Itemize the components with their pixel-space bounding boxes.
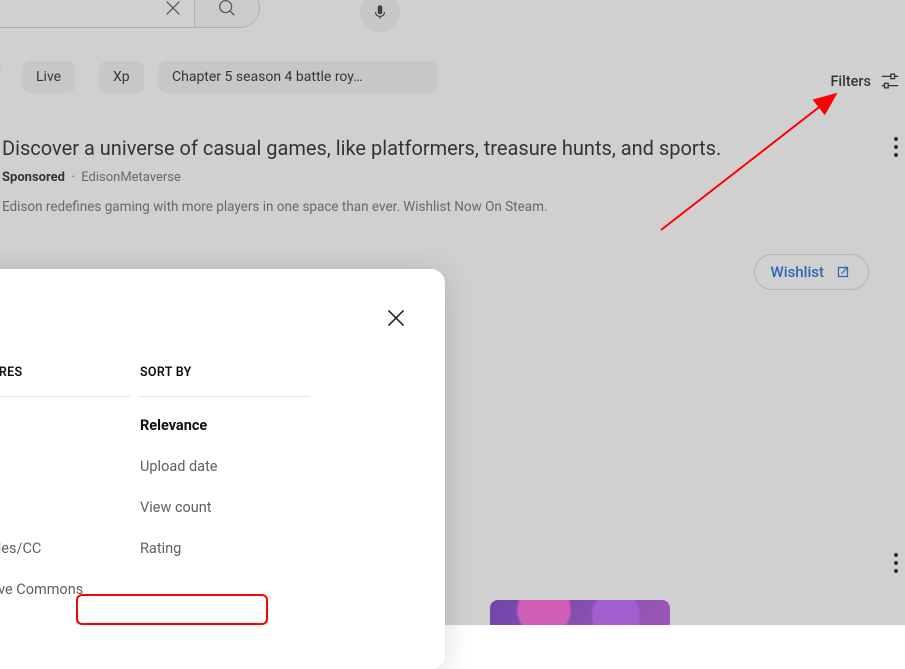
more-options-button-2[interactable] — [893, 552, 899, 574]
clear-search-button[interactable] — [151, 0, 195, 28]
sponsored-block: Discover a universe of casual games, lik… — [2, 136, 721, 215]
sort-opt-upload-date[interactable]: Upload date — [140, 458, 310, 475]
sort-opt-relevance[interactable]: Relevance — [140, 417, 310, 434]
filter-column-features: FEATURES Live 4K HD Subtitles/CC Creativ… — [0, 365, 130, 598]
search-bar[interactable] — [0, 0, 260, 28]
filter-head-sortby: SORT BY — [140, 365, 310, 397]
sponsored-subline: Sponsored · EdisonMetaverse — [2, 170, 721, 185]
chip-live[interactable]: Live — [22, 61, 75, 93]
sort-opt-rating[interactable]: Rating — [140, 540, 310, 557]
wishlist-button[interactable]: Wishlist — [754, 254, 869, 290]
chip-chapter[interactable]: Chapter 5 season 4 battle roy… — [158, 61, 438, 93]
filter-head-features: FEATURES — [0, 365, 130, 397]
tune-icon — [879, 70, 901, 92]
filters-dialog: DURATION minutes utes minutes FEATURES L… — [0, 269, 445, 669]
voice-search-button[interactable] — [360, 0, 400, 32]
sort-opt-view-count[interactable]: View count — [140, 499, 310, 516]
filter-opt-subtitles[interactable]: Subtitles/CC — [0, 540, 130, 557]
filters-button[interactable]: Filters — [826, 64, 905, 98]
sponsored-tag: Sponsored — [2, 170, 65, 185]
more-options-button[interactable] — [893, 136, 899, 158]
filter-column-sortby: SORT BY Relevance Upload date View count… — [140, 365, 310, 598]
chip-xp[interactable]: Xp — [99, 61, 144, 93]
x-icon — [383, 305, 409, 331]
sponsored-dot: · — [68, 170, 81, 185]
vertical-dots-icon — [893, 552, 899, 574]
close-dialog-button[interactable] — [383, 305, 409, 331]
filter-opt-4k[interactable]: 4K — [0, 458, 130, 475]
sponsored-advertiser[interactable]: EdisonMetaverse — [81, 170, 181, 185]
vertical-dots-icon — [893, 136, 899, 158]
search-icon — [216, 0, 238, 19]
sponsored-description: Edison redefines gaming with more player… — [2, 199, 721, 215]
filters-label: Filters — [830, 73, 871, 90]
chip-previous[interactable] — [0, 61, 2, 77]
video-thumbnail-2[interactable] — [490, 600, 670, 625]
sponsored-headline[interactable]: Discover a universe of casual games, lik… — [2, 136, 721, 160]
filter-opt-creative-commons[interactable]: Creative Commons — [0, 581, 130, 598]
search-button[interactable] — [195, 0, 259, 28]
filter-opt-hd[interactable]: HD — [0, 499, 130, 516]
wishlist-label: Wishlist — [771, 263, 824, 281]
filter-opt-live[interactable]: Live — [0, 417, 130, 434]
x-icon — [162, 0, 184, 19]
microphone-icon — [371, 3, 389, 21]
external-link-icon — [834, 263, 852, 281]
